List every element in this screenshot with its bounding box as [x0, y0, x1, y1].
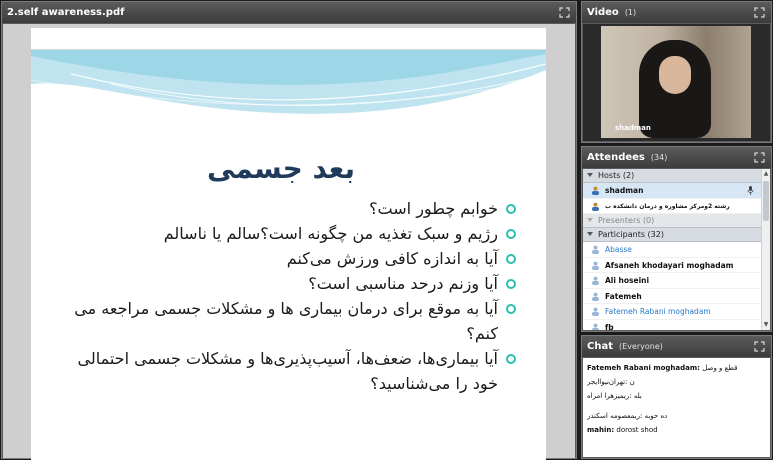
share-pod-title: 2.self awareness.pdf — [7, 7, 125, 18]
hosts-group-header[interactable]: Hosts (2) — [583, 169, 770, 183]
bullet-circle-icon — [506, 279, 516, 289]
chat-message: Fatemeh Rabani moghadam: قطع و وصل — [587, 364, 738, 372]
slide-bullet: آیا وزنم درحد مناسبی است؟ — [61, 271, 516, 296]
maximize-icon[interactable] — [754, 341, 765, 352]
user-icon — [592, 323, 599, 330]
chat-pod: Chat (Everyone) Fatemeh Rabani moghadam: … — [581, 335, 772, 459]
maximize-icon[interactable] — [754, 7, 765, 18]
video-count: (1) — [624, 8, 637, 17]
webcam-name-label: shadman — [615, 124, 651, 132]
attendee-row-participant[interactable]: fb — [583, 320, 770, 330]
attendee-row-host[interactable]: shadman — [583, 183, 770, 199]
video-content: shadman — [583, 24, 770, 141]
attendees-pod: Attendees (34) Hosts (2) shadman رشته 2وم… — [581, 146, 772, 332]
bullet-circle-icon — [506, 254, 516, 264]
user-icon — [592, 307, 599, 316]
slide-bullet: آیا بیماری‌ها، ضعف‌ها، آسیب‌پذیری‌ها و م… — [61, 346, 516, 396]
user-icon — [592, 261, 599, 270]
share-pod-header: 2.self awareness.pdf — [2, 2, 576, 23]
chat-message: mahin: dorost shod — [587, 426, 658, 434]
attendees-scrollbar[interactable]: ▲ ▼ — [761, 169, 770, 330]
chat-pod-title: Chat — [587, 341, 613, 352]
slide-bullet-list: خوابم چطور است؟ رژیم و سبک تغذیه من چگون… — [61, 196, 516, 396]
slide-title: بعد جسمی — [206, 152, 355, 185]
app-window: 2.self awareness.pdf بعد جسمی خوابم چطور… — [0, 0, 773, 460]
video-pod-header: Video (1) — [582, 2, 771, 23]
webcam-face — [659, 56, 691, 94]
share-pod: 2.self awareness.pdf بعد جسمی خوابم چطور… — [1, 1, 577, 460]
slide-page: بعد جسمی خوابم چطور است؟ رژیم و سبک تغذی… — [31, 28, 546, 460]
chat-scope: (Everyone) — [619, 342, 663, 351]
chat-message: بله :ریمیزهرا امراه — [587, 392, 642, 400]
attendee-row-participant[interactable]: Fatemeh — [583, 289, 770, 304]
attendee-row-participant[interactable]: Ali hoseini — [583, 273, 770, 289]
user-icon — [592, 186, 599, 195]
bullet-circle-icon — [506, 354, 516, 364]
user-icon — [592, 292, 599, 301]
maximize-icon[interactable] — [559, 7, 570, 18]
scroll-up-icon[interactable]: ▲ — [763, 170, 769, 178]
bullet-circle-icon — [506, 204, 516, 214]
maximize-icon[interactable] — [754, 152, 765, 163]
chat-message: ده حوبه :ریمعصومه اسکندر — [587, 412, 668, 420]
slide-bullet: آیا به اندازه کافی ورزش می‌کنم — [61, 246, 516, 271]
chevron-down-icon — [587, 232, 593, 236]
chevron-down-icon — [587, 173, 593, 177]
presenters-group-header[interactable]: Presenters (0) — [583, 214, 770, 228]
attendees-count: (34) — [650, 153, 668, 162]
attendee-row-host[interactable]: رشته 2ومرکز مشاوره و درمان دانشکده ب — [583, 199, 770, 214]
user-icon — [592, 245, 599, 254]
scroll-down-icon[interactable]: ▼ — [763, 321, 769, 329]
video-pod: Video (1) shadman — [581, 1, 772, 143]
chevron-down-icon — [587, 218, 593, 222]
attendee-row-participant[interactable]: Fatemeh Rabani moghadam — [583, 304, 770, 320]
user-icon — [592, 202, 599, 211]
bullet-circle-icon — [506, 304, 516, 314]
microphone-icon — [747, 186, 754, 195]
slide-bullet: خوابم چطور است؟ — [61, 196, 516, 221]
attendee-row-participant[interactable]: Abasse — [583, 242, 770, 258]
chat-messages: Fatemeh Rabani moghadam: قطع و وصل ن :ته… — [583, 358, 770, 457]
slide-swoosh-decoration — [31, 50, 546, 114]
video-pod-title: Video — [587, 7, 619, 18]
slide-bullet: رژیم و سبک تغذیه من چگونه است؟سالم یا نا… — [61, 221, 516, 246]
attendees-pod-title: Attendees — [587, 152, 645, 163]
share-content: بعد جسمی خوابم چطور است؟ رژیم و سبک تغذی… — [3, 24, 575, 460]
chat-pod-header: Chat (Everyone) — [582, 336, 771, 357]
bullet-circle-icon — [506, 229, 516, 239]
scrollbar-thumb[interactable] — [763, 181, 769, 221]
chat-message: ن :تهران‌نیوا‌ایجر — [587, 378, 635, 386]
slide-bullet: آیا به موقع برای درمان بیماری ها و مشکلا… — [61, 296, 516, 346]
attendees-list: Hosts (2) shadman رشته 2ومرکز مشاوره و د… — [583, 169, 770, 330]
attendees-pod-header: Attendees (34) — [582, 147, 771, 168]
attendee-row-participant[interactable]: Afsaneh khodayari moghadam — [583, 258, 770, 273]
participants-group-header[interactable]: Participants (32) — [583, 228, 770, 242]
webcam-feed[interactable]: shadman — [601, 26, 751, 138]
user-icon — [592, 276, 599, 285]
slide-top-band — [31, 28, 546, 50]
